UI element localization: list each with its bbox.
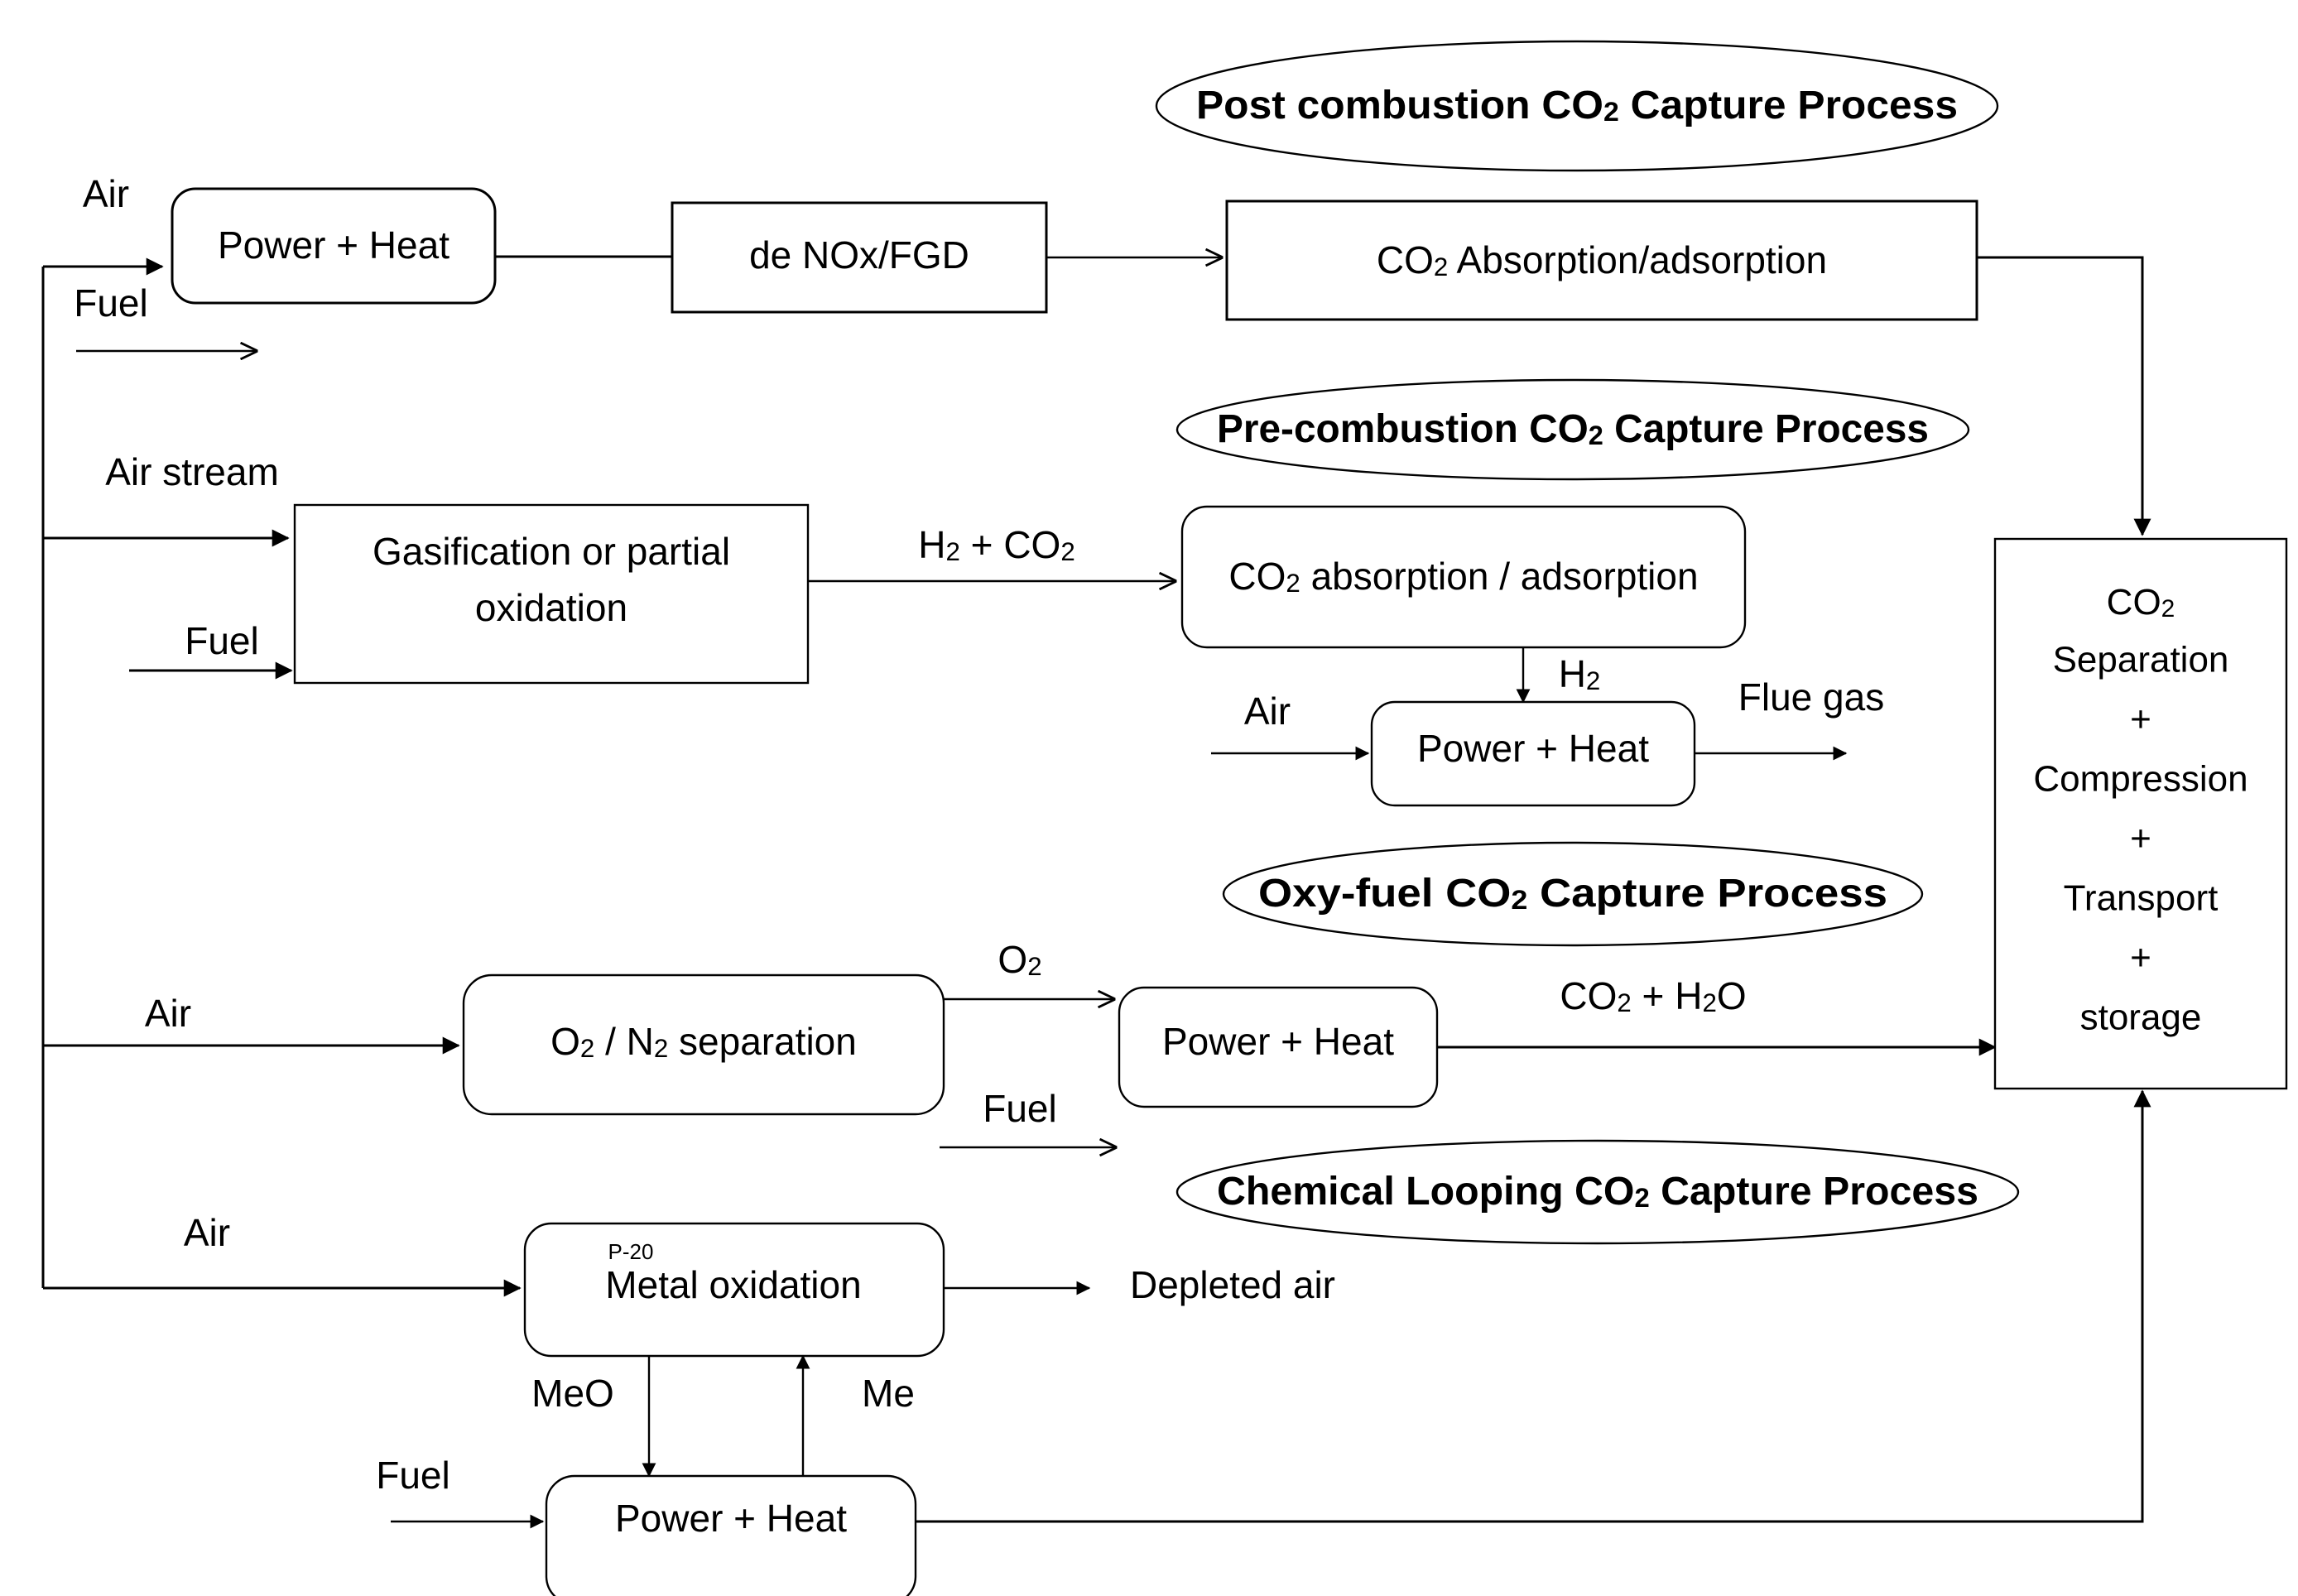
stream-label-pre-power-air: Air <box>1244 690 1291 733</box>
box-co2-separation-line-6: Transport <box>2064 878 2219 919</box>
stream-label-me: Me <box>862 1372 915 1415</box>
stream-label-pre-fuel: Fuel <box>185 619 258 662</box>
stream-label-chem-fuel: Fuel <box>376 1454 450 1497</box>
process-flow-diagram: Post combustion CO 2 Capture Process Pre-… <box>0 0 2298 1596</box>
stream-label-depleted-air: Depleted air <box>1130 1263 1335 1306</box>
stream-label-co2-plus-h2o: CO2 + H2O <box>1560 974 1746 1017</box>
flow-diagram-canvas: Post combustion CO 2 Capture Process Pre-… <box>41 40 2288 1596</box>
stream-label-post-air: Air <box>83 172 129 215</box>
ellipse-oxy-fuel-label: Oxy-fuel CO 2 Capture Process <box>1258 872 1887 916</box>
stream-label-o2: O2 <box>998 938 1041 981</box>
stream-label-pre-air-stream: Air stream <box>105 450 279 493</box>
box-o2-n2-separation-label: O2 / N2 separation <box>550 1020 857 1063</box>
stream-label-flue-gas: Flue gas <box>1738 675 1884 719</box>
box-co2-separation-line-5: + <box>2130 819 2151 859</box>
box-co2-separation-line-8: storage <box>2080 997 2202 1038</box>
box-post-power-heat-label: Power + Heat <box>218 224 450 267</box>
box-co2-separation-line-3: + <box>2130 699 2151 740</box>
stream-label-oxy-air: Air <box>145 992 191 1035</box>
ellipse-chemical-looping-label: Chemical Looping CO2 Capture Process <box>1217 1170 1978 1214</box>
arrow-post-absorption-to-separation <box>1977 256 2151 536</box>
stream-label-meo: MeO <box>531 1372 614 1415</box>
ellipse-pre-combustion-label: Pre-combustion CO2 Capture Process <box>1217 407 1929 451</box>
box-pre-power-heat-label: Power + Heat <box>1417 727 1649 770</box>
box-gasification-label-line1: Gasification or partial <box>373 530 730 573</box>
stream-label-chem-air: Air <box>184 1211 230 1254</box>
stream-label-h2: H2 <box>1559 652 1601 695</box>
stream-label-oxy-fuel: Fuel <box>983 1087 1056 1130</box>
box-co2-separation-line-4: Compression <box>2033 759 2248 800</box>
box-chem-power-heat-label: Power + Heat <box>615 1497 847 1540</box>
box-denox-fgd-label: de NOx/FGD <box>749 233 969 276</box>
stream-label-h2-plus-co2: H2 + CO2 <box>918 523 1074 566</box>
ellipse-post-combustion-label: Post combustion CO 2 Capture Process <box>1196 84 1958 127</box>
box-metal-oxidation-tag: P-20 <box>608 1239 654 1264</box>
box-oxy-power-heat-label: Power + Heat <box>1162 1020 1394 1063</box>
stream-label-post-fuel: Fuel <box>74 281 147 324</box>
box-co2-separation-line-7: + <box>2130 938 2151 978</box>
box-co2-separation-line-2: Separation <box>2053 640 2229 680</box>
box-metal-oxidation-label: Metal oxidation <box>605 1263 861 1306</box>
box-gasification-label-line2: oxidation <box>475 586 627 629</box>
